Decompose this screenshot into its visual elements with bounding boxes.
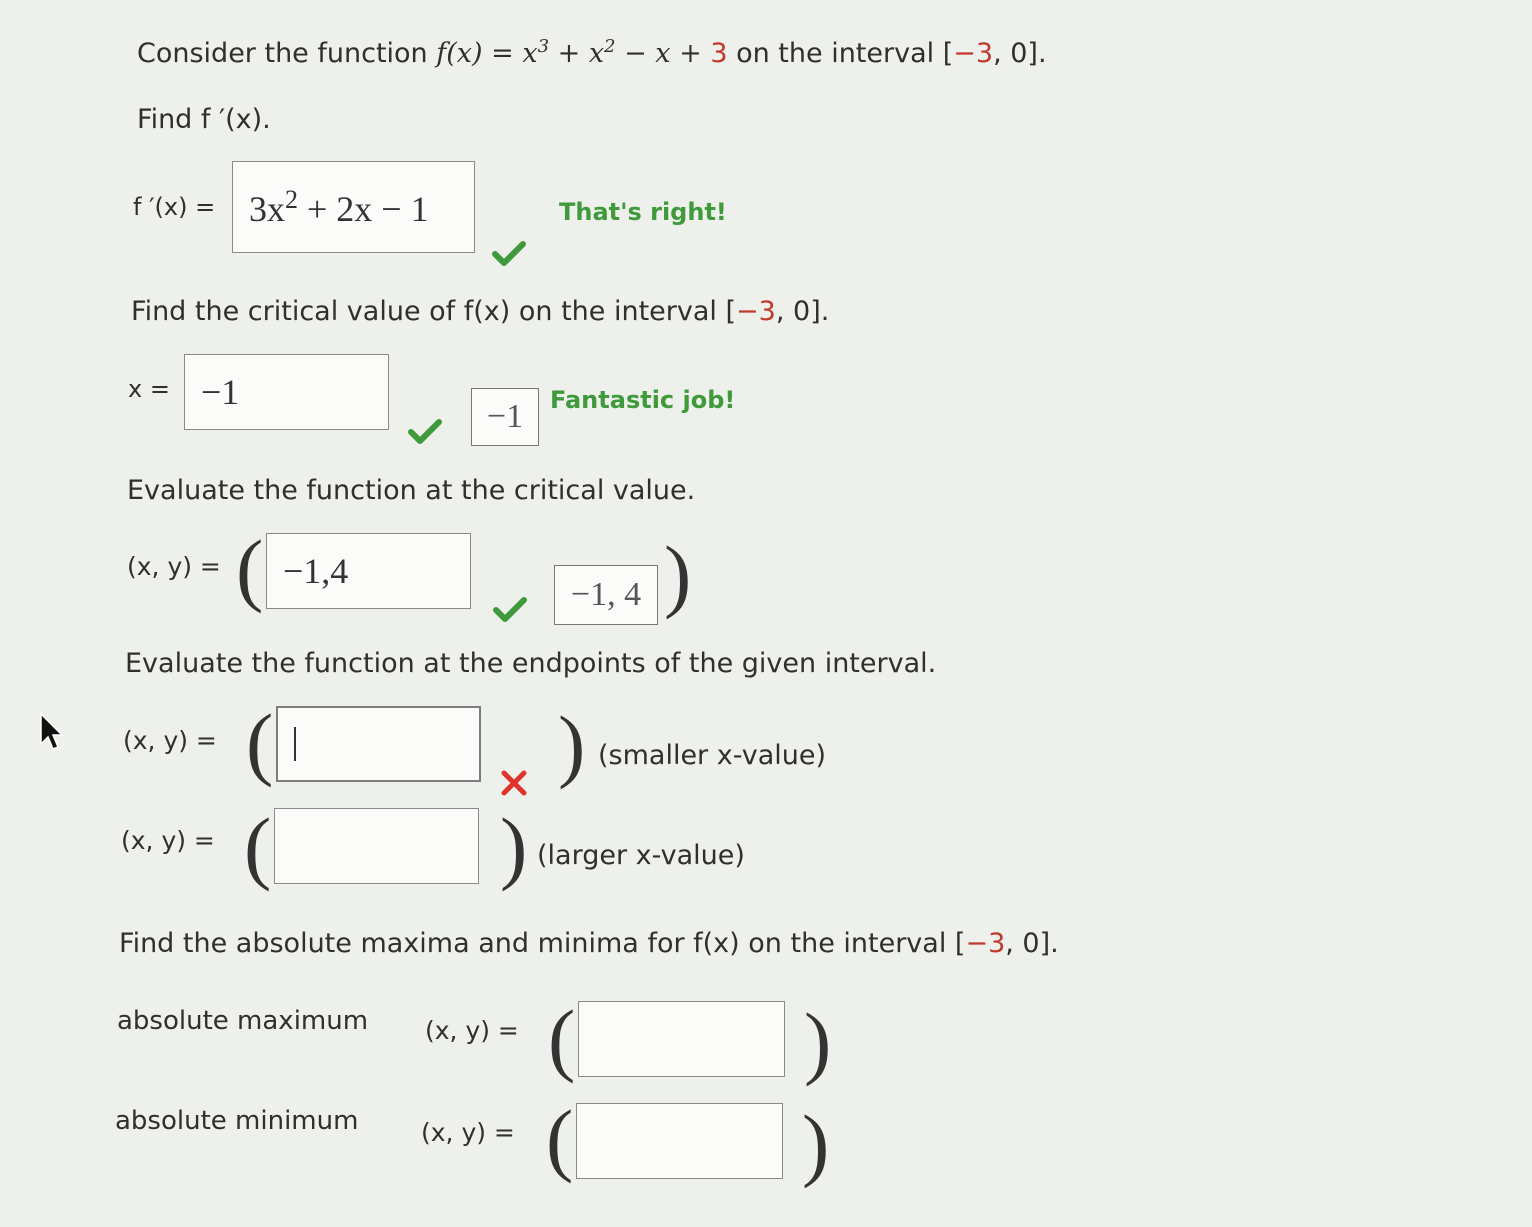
- smaller-endpoint-input[interactable]: [276, 706, 481, 782]
- question-function-statement: Consider the function f(x) = x3 + x2 − x…: [137, 36, 1047, 69]
- interval-end: , 0].: [993, 38, 1047, 69]
- absolute-minimum-input[interactable]: [576, 1103, 783, 1179]
- open-paren: (: [548, 993, 576, 1084]
- critical-point-input[interactable]: −1,4: [266, 533, 471, 609]
- critical-value-preview: −1: [471, 388, 539, 446]
- critical-value-input[interactable]: −1: [184, 354, 389, 430]
- endpoints-prompt: Evaluate the function at the endpoints o…: [125, 648, 937, 679]
- critical-evaluate-prompt: Evaluate the function at the critical va…: [127, 475, 696, 506]
- open-paren: (: [546, 1093, 574, 1184]
- absolute-minimum-xy-label: (x, y) =: [421, 1118, 515, 1147]
- close-paren: ): [804, 996, 832, 1087]
- x-icon: [501, 770, 527, 796]
- prompt-text: Find the critical value of f(x) on the i…: [131, 296, 737, 327]
- critical-value-feedback: Fantastic job!: [550, 386, 736, 414]
- statement-mid: on the interval [: [727, 38, 954, 69]
- larger-endpoint-note: (larger x-value): [537, 840, 745, 871]
- check-icon: [492, 241, 526, 266]
- derivative-feedback: That's right!: [559, 198, 727, 226]
- critical-value-label: x =: [128, 375, 170, 403]
- derivative-answer-value: 3x2 + 2x − 1: [249, 184, 429, 229]
- absolute-maximum-xy-label: (x, y) =: [425, 1016, 519, 1045]
- close-paren: ): [664, 529, 692, 620]
- critical-point-preview: −1, 4: [554, 565, 658, 625]
- text-cursor: [294, 727, 296, 761]
- derivative-label: f ′(x) =: [133, 193, 216, 221]
- open-paren: (: [244, 801, 272, 892]
- interval-start: −3: [736, 296, 776, 327]
- critical-point-answer: −1,4: [283, 551, 349, 591]
- critical-value-prompt: Find the critical value of f(x) on the i…: [131, 296, 829, 327]
- larger-endpoint-input[interactable]: [274, 808, 479, 884]
- statement-text: Consider the function: [137, 38, 437, 69]
- absolute-extrema-prompt: Find the absolute maxima and minima for …: [119, 928, 1059, 959]
- function-expression: f(x) = x3 + x2 − x +: [436, 36, 711, 69]
- close-paren: ): [802, 1098, 830, 1189]
- critical-point-label: (x, y) =: [127, 552, 221, 581]
- critical-value-answer: −1: [201, 372, 240, 412]
- absolute-minimum-label: absolute minimum: [115, 1106, 359, 1136]
- derivative-prompt: Find f ′(x).: [137, 104, 271, 135]
- open-paren: (: [246, 697, 274, 788]
- absolute-maximum-label: absolute maximum: [117, 1006, 369, 1036]
- constant-term: 3: [710, 38, 728, 69]
- close-paren: ): [558, 699, 586, 790]
- prompt-text: Find the absolute maxima and minima for …: [119, 928, 966, 959]
- smaller-endpoint-note: (smaller x-value): [598, 740, 827, 771]
- larger-endpoint-label: (x, y) =: [121, 826, 215, 855]
- mouse-cursor-icon: [40, 712, 64, 750]
- interval-start: −3: [965, 928, 1006, 959]
- open-paren: (: [236, 523, 264, 614]
- interval-end: , 0].: [1005, 928, 1059, 959]
- interval-end: , 0].: [775, 296, 830, 327]
- check-icon: [493, 597, 527, 622]
- close-paren: ): [500, 801, 528, 892]
- absolute-maximum-input[interactable]: [578, 1001, 785, 1077]
- interval-start: −3: [953, 38, 994, 69]
- check-icon: [408, 419, 442, 444]
- derivative-answer-input[interactable]: 3x2 + 2x − 1: [232, 161, 475, 253]
- smaller-endpoint-label: (x, y) =: [123, 726, 217, 755]
